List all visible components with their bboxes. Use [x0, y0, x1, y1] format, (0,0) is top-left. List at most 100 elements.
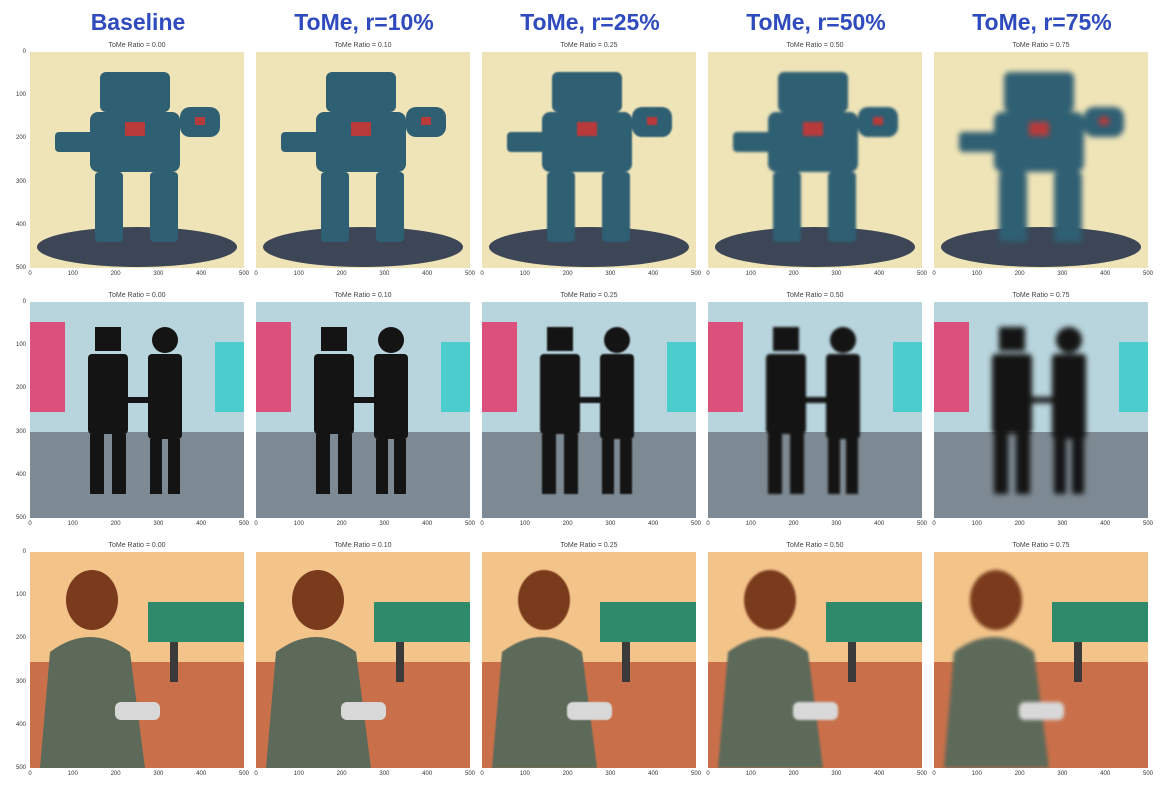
panel-ratio-title: ToMe Ratio = 0.25	[560, 292, 618, 299]
x-tick-label: 300	[379, 521, 390, 527]
y-tick-label: 200	[15, 135, 26, 142]
image-panel: ToMe Ratio = 0.75 0 100 200 300 400 500	[932, 542, 1153, 777]
x-tick-label: 400	[874, 271, 885, 277]
panel-ratio-title: ToMe Ratio = 0.75	[1012, 292, 1070, 299]
x-tick-label: 200	[562, 271, 573, 277]
x-tick-label: 0	[932, 271, 936, 277]
x-tick-label: 500	[916, 771, 928, 777]
x-tick-label: 0	[28, 771, 32, 777]
x-tick-label: 500	[1142, 521, 1154, 527]
image-panel: ToMe Ratio = 0.00 0 100 200 300 400 500 0 100 200…	[16, 292, 249, 527]
y-tick-label: 200	[15, 385, 26, 392]
neon-sign-right	[441, 342, 470, 412]
generated-image	[934, 302, 1148, 518]
street	[30, 432, 244, 518]
x-axis-ticks: 0 100 200 300 400 500	[254, 271, 475, 281]
x-tick-label: 0	[706, 521, 710, 527]
image-panel: ToMe Ratio = 0.10 0 100 200 300 400 500	[254, 292, 475, 527]
x-tick-label: 0	[254, 271, 258, 277]
gas-station-sign	[600, 602, 696, 642]
x-tick-label: 400	[422, 521, 433, 527]
x-tick-label: 100	[745, 271, 756, 277]
x-tick-label: 400	[1100, 271, 1111, 277]
y-axis-ticks: 0 100 200 300 400 500	[4, 549, 26, 771]
x-tick-label: 200	[1014, 771, 1025, 777]
y-tick-label: 500	[15, 765, 26, 771]
y-tick-label: 100	[15, 592, 26, 599]
y-tick-label: 400	[15, 721, 26, 728]
x-tick-label: 400	[1100, 771, 1111, 777]
x-tick-label: 400	[648, 521, 659, 527]
generated-image	[256, 302, 470, 518]
x-tick-label: 100	[745, 771, 756, 777]
x-tick-label: 200	[336, 271, 347, 277]
x-tick-label: 400	[874, 521, 885, 527]
column-header-tome-75: ToMe, r=75%	[972, 9, 1112, 35]
image-panel: ToMe Ratio = 0.50 0 100 200 300 400 500	[706, 542, 927, 777]
neon-sign-right	[215, 342, 244, 412]
y-tick-label: 500	[15, 265, 26, 271]
gas-station-sign	[148, 602, 244, 642]
x-tick-label: 500	[1142, 271, 1154, 277]
x-tick-label: 200	[110, 521, 121, 527]
x-tick-label: 0	[254, 521, 258, 527]
column-header-tome-25: ToMe, r=25%	[520, 9, 660, 35]
gas-station-sign	[826, 602, 922, 642]
panel-ratio-title: ToMe Ratio = 0.10	[334, 292, 392, 299]
x-tick-label: 500	[464, 771, 476, 777]
x-tick-label: 300	[831, 521, 842, 527]
x-tick-label: 0	[706, 771, 710, 777]
x-tick-label: 200	[788, 771, 799, 777]
y-axis-ticks: 0 100 200 300 400 500	[4, 49, 26, 271]
x-tick-label: 200	[788, 521, 799, 527]
generated-image	[934, 52, 1148, 268]
x-tick-label: 0	[254, 771, 258, 777]
x-tick-label: 200	[562, 771, 573, 777]
y-tick-label: 200	[15, 635, 26, 642]
panel-ratio-title: ToMe Ratio = 0.10	[334, 42, 392, 49]
image-panel: ToMe Ratio = 0.75 0 100 200 300 400 500	[932, 292, 1153, 527]
y-tick-label: 300	[15, 178, 26, 185]
x-tick-label: 100	[519, 771, 530, 777]
panel-ratio-title: ToMe Ratio = 0.00	[108, 292, 166, 299]
sign-pole	[396, 642, 404, 682]
x-tick-label: 500	[690, 271, 702, 277]
x-tick-label: 400	[648, 271, 659, 277]
x-tick-label: 100	[519, 521, 530, 527]
x-tick-label: 500	[1142, 771, 1154, 777]
image-panel: ToMe Ratio = 0.10 0 100 200 300 400 500	[254, 542, 475, 777]
x-tick-label: 0	[932, 521, 936, 527]
x-tick-label: 200	[336, 771, 347, 777]
panel-ratio-title: ToMe Ratio = 0.00	[108, 542, 166, 549]
stand	[941, 227, 1141, 267]
y-tick-label: 500	[15, 515, 26, 521]
image-panel: ToMe Ratio = 0.10 0 100 200 300 400 500	[254, 42, 475, 277]
gas-station-sign	[1052, 602, 1148, 642]
y-tick-label: 0	[22, 549, 26, 555]
x-axis-ticks: 0 100 200 300 400 500	[28, 271, 249, 281]
x-axis-ticks: 0 100 200 300 400 500	[254, 521, 475, 531]
generated-image	[30, 52, 244, 268]
x-axis-ticks: 0 100 200 300 400 500	[480, 271, 701, 281]
street	[256, 432, 470, 518]
generated-image	[256, 52, 470, 268]
x-tick-label: 200	[336, 521, 347, 527]
x-tick-label: 300	[831, 271, 842, 277]
x-tick-label: 500	[916, 271, 928, 277]
x-tick-label: 500	[464, 271, 476, 277]
x-tick-label: 0	[706, 271, 710, 277]
y-tick-label: 400	[15, 471, 26, 478]
x-tick-label: 200	[110, 771, 121, 777]
x-tick-label: 100	[519, 271, 530, 277]
x-axis-ticks: 0 100 200 300 400 500	[254, 771, 475, 781]
x-tick-label: 0	[932, 771, 936, 777]
neon-sign-left	[708, 322, 743, 412]
y-tick-label: 0	[22, 49, 26, 55]
column-header-baseline: Baseline	[90, 9, 186, 35]
sign-pole	[170, 642, 178, 682]
x-tick-label: 400	[874, 771, 885, 777]
x-axis-ticks: 0 100 200 300 400 500	[480, 771, 701, 781]
x-tick-label: 500	[464, 521, 476, 527]
x-tick-label: 500	[238, 771, 250, 777]
x-tick-label: 300	[1057, 271, 1068, 277]
